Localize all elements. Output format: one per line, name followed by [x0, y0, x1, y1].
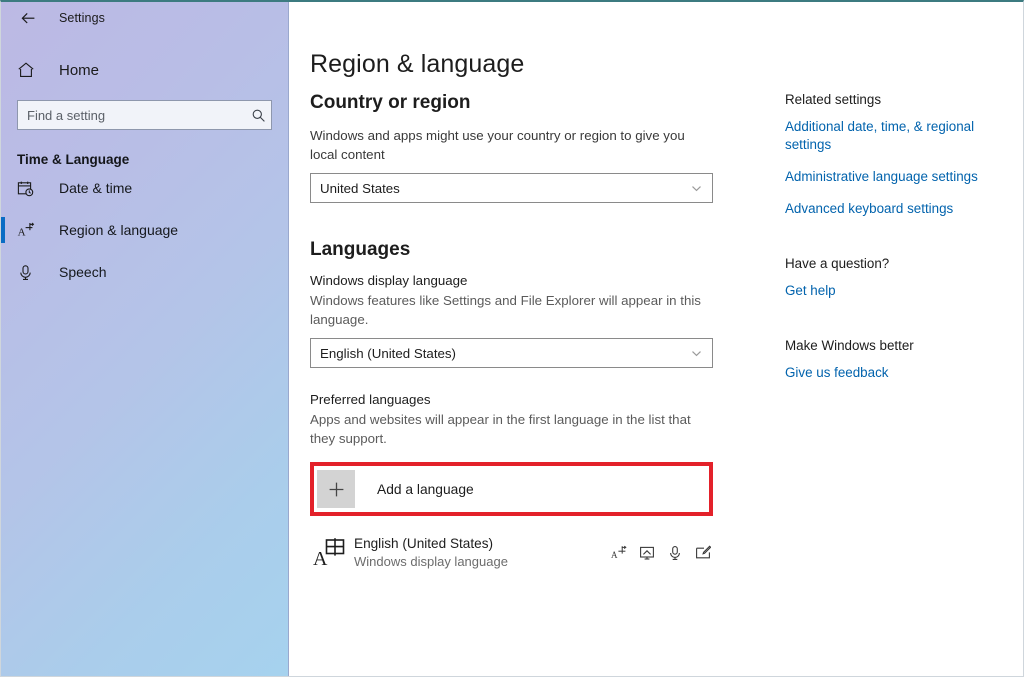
give-feedback-link[interactable]: Give us feedback [785, 364, 985, 382]
language-script-icon: A [310, 537, 350, 569]
sidebar-item-region-language-label: Region & language [59, 222, 179, 238]
language-icon: A [17, 221, 39, 239]
search-box[interactable] [17, 100, 272, 130]
speech-microphone-icon[interactable] [666, 545, 683, 562]
languages-section-title: Languages [310, 239, 411, 260]
sidebar-item-date-time[interactable]: Date & time [1, 167, 288, 209]
svg-text:A: A [18, 227, 26, 239]
related-link-administrative-settings[interactable]: Administrative language settings [785, 168, 985, 186]
sidebar-item-date-time-label: Date & time [59, 180, 133, 196]
display-language-description: Windows features like Settings and File … [310, 293, 701, 327]
sidebar-item-region-language[interactable]: A Region & language [1, 209, 288, 251]
language-options-icon[interactable]: A [610, 545, 627, 562]
sidebar-item-speech[interactable]: Speech [1, 251, 288, 293]
display-language-icon[interactable] [638, 545, 655, 562]
language-item-name: English (United States) [354, 536, 494, 551]
main-column: Country or region Windows and apps might… [310, 92, 730, 578]
sidebar-group-header: Time & Language [17, 152, 130, 167]
sidebar-titlebar: Settings [1, 2, 288, 34]
microphone-icon [17, 264, 39, 281]
language-list-item[interactable]: A English (United States) Windows displa… [310, 528, 713, 578]
add-language-button[interactable]: Add a language [314, 466, 709, 512]
selection-indicator [1, 217, 5, 243]
settings-window: Settings Home Time & Language [0, 0, 1024, 677]
sidebar-item-speech-label: Speech [59, 264, 107, 280]
chevron-down-icon [690, 339, 703, 367]
add-language-label: Add a language [377, 481, 474, 497]
country-section-title: Country or region [310, 92, 471, 113]
related-link-additional-settings[interactable]: Additional date, time, & regional settin… [785, 118, 985, 154]
search-input[interactable] [18, 107, 245, 123]
country-description: Windows and apps might use your country … [310, 128, 685, 162]
svg-text:A: A [611, 550, 618, 560]
country-dropdown-value: United States [320, 180, 400, 196]
settings-content: Region & language Country or region Wind… [290, 2, 1023, 676]
calendar-clock-icon [17, 180, 39, 197]
sidebar-item-home-label: Home [59, 61, 100, 79]
related-settings-heading: Related settings [785, 92, 882, 107]
language-item-actions: A [610, 545, 713, 562]
add-language-highlight: Add a language [310, 462, 713, 516]
language-item-texts: English (United States) Windows display … [354, 535, 610, 571]
language-item-subtitle: Windows display language [354, 554, 508, 569]
plus-icon [317, 470, 355, 508]
display-language-dropdown-value: English (United States) [320, 345, 456, 361]
make-windows-better-heading: Make Windows better [785, 338, 914, 353]
page-title: Region & language [310, 50, 525, 78]
country-dropdown[interactable]: United States [310, 173, 713, 203]
search-icon[interactable] [245, 108, 271, 123]
chevron-down-icon [690, 174, 703, 202]
related-link-advanced-keyboard[interactable]: Advanced keyboard settings [785, 200, 985, 218]
related-settings-column: Related settings Additional date, time, … [785, 92, 995, 382]
app-title: Settings [59, 11, 105, 25]
preferred-languages-description: Apps and websites will appear in the fir… [310, 412, 691, 446]
selection-indicator [1, 175, 5, 201]
selection-indicator [1, 259, 5, 285]
get-help-link[interactable]: Get help [785, 282, 985, 300]
handwriting-pen-icon[interactable] [694, 545, 711, 562]
display-language-label: Windows display language [310, 273, 468, 288]
sidebar-item-home[interactable]: Home [1, 50, 288, 90]
preferred-languages-label: Preferred languages [310, 392, 431, 407]
have-a-question-heading: Have a question? [785, 256, 890, 271]
settings-sidebar: Settings Home Time & Language [1, 2, 289, 676]
back-arrow-icon[interactable] [13, 3, 43, 33]
home-icon [17, 61, 39, 79]
display-language-dropdown[interactable]: English (United States) [310, 338, 713, 368]
